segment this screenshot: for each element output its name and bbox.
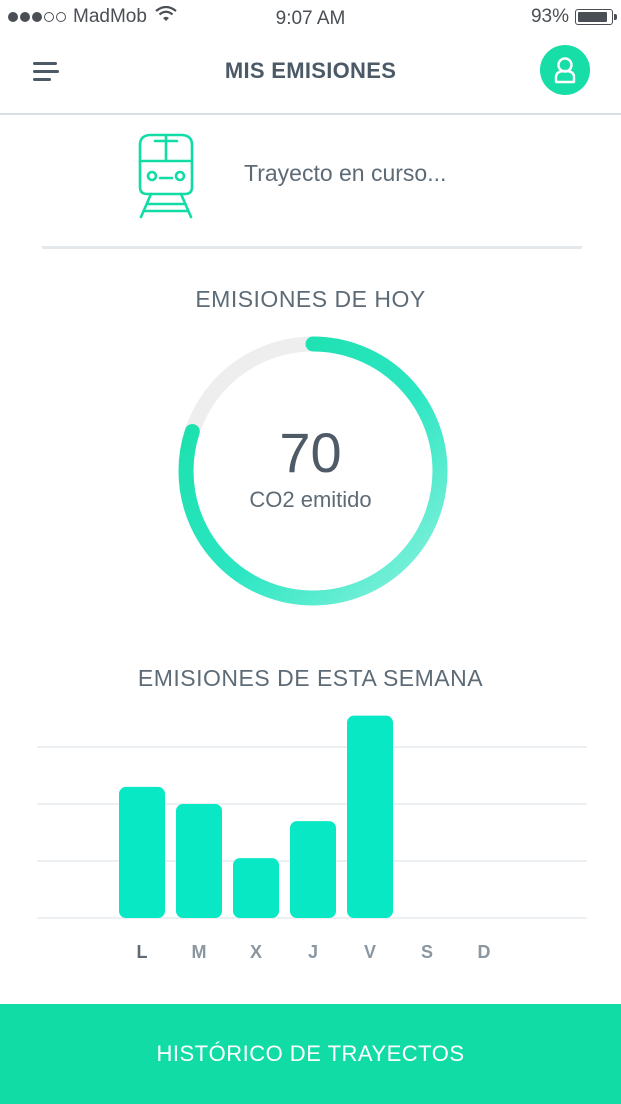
chart-day-label-S: S — [420, 942, 434, 962]
chart-bar-J — [290, 821, 336, 918]
profile-button[interactable] — [540, 45, 590, 95]
week-bar-chart: LMXJVSD — [37, 710, 587, 962]
today-emissions-label: CO2 emitido — [249, 487, 372, 512]
chart-bar-L — [119, 786, 165, 918]
chart-day-label-M: M — [191, 942, 207, 962]
battery-percent: 93% — [530, 6, 569, 27]
today-emissions-title: EMISIONES DE HOY — [195, 286, 426, 312]
battery-icon — [575, 9, 617, 25]
today-emissions-value: 70 — [279, 421, 342, 484]
chart-bar-V — [347, 715, 393, 918]
status-bar: MadMob 9:07 AM 93% — [0, 0, 621, 36]
chart-day-label-V: V — [363, 942, 377, 962]
chart-day-label-D: D — [477, 942, 491, 962]
trip-history-button[interactable]: HISTÓRICO DE TRAYECTOS — [0, 1004, 621, 1104]
chart-bar-M — [176, 804, 222, 918]
nav-bar: MIS EMISIONES — [0, 36, 621, 115]
divider — [42, 246, 582, 249]
user-icon — [554, 57, 576, 84]
chart-day-label-J: J — [307, 942, 319, 962]
train-icon — [138, 133, 194, 219]
week-bar-chart-plot — [37, 715, 587, 919]
status-right: 93% — [530, 6, 617, 28]
page-title: MIS EMISIONES — [224, 58, 397, 83]
chart-day-label-X: X — [249, 942, 263, 962]
status-time: 9:07 AM — [275, 8, 346, 29]
chart-bar-X — [233, 858, 279, 918]
trip-status-text: Trayecto en curso... — [244, 160, 447, 186]
chart-day-label-L: L — [136, 942, 148, 962]
trip-status-row: Trayecto en curso... — [0, 125, 621, 225]
week-emissions-title: EMISIONES DE ESTA SEMANA — [137, 665, 484, 691]
